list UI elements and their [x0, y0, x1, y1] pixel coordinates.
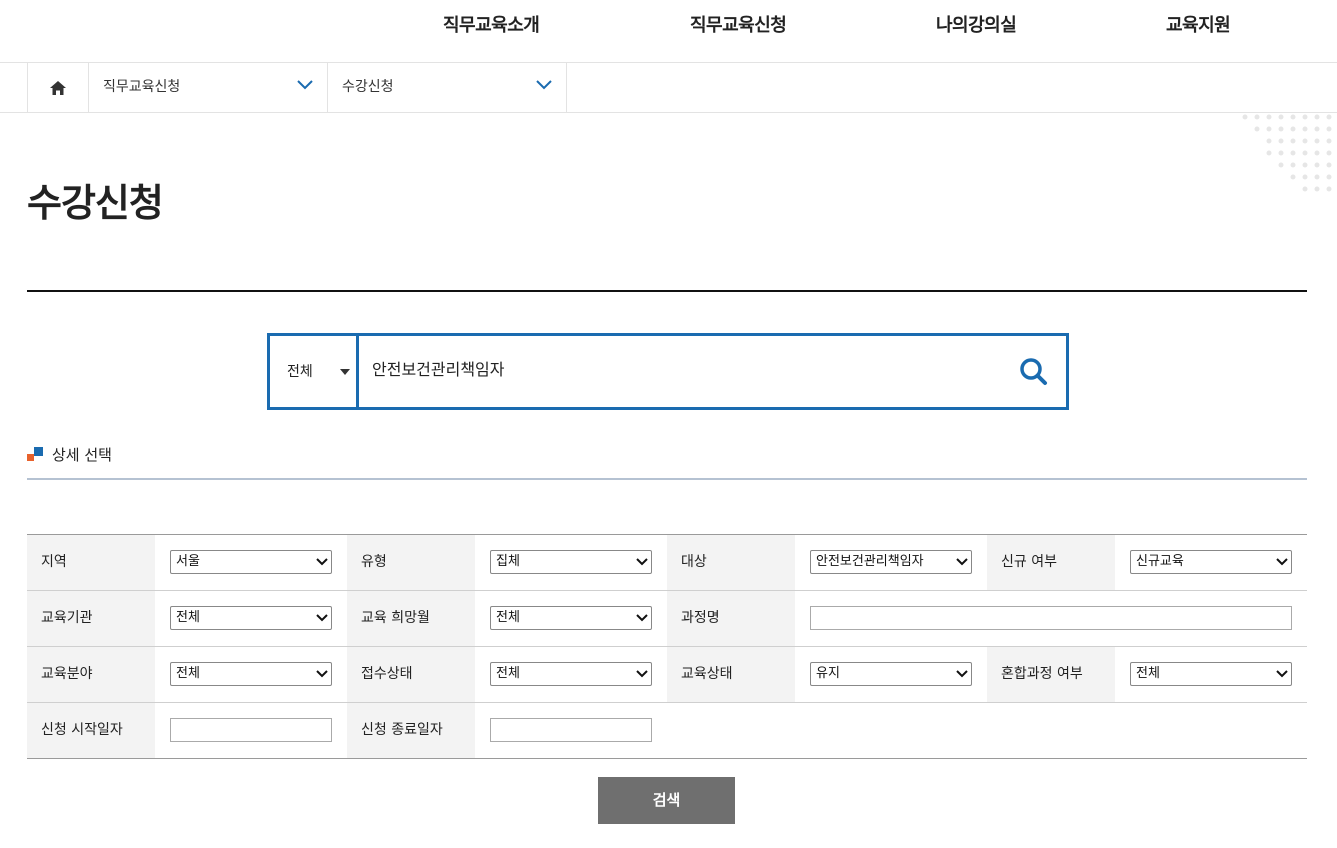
month-select-value: 전체: [496, 610, 520, 625]
breadcrumb-level1-label: 직무교육신청: [103, 79, 181, 95]
home-icon: [50, 80, 66, 95]
nav-item-my-classroom[interactable]: 나의강의실: [936, 0, 1017, 52]
top-navigation: 직무교육소개 직무교육신청 나의강의실 교육지원: [0, 0, 1337, 63]
month-select[interactable]: 전체: [490, 606, 652, 630]
new-status-select[interactable]: 신규교육: [1130, 550, 1292, 574]
target-label: 대상: [667, 535, 795, 590]
detail-filter-table: 지역 서울 유형 집체 대상 안전보건관리책임자 신규 여부 신규교육 교육기관…: [27, 534, 1307, 759]
blended-select-value: 전체: [1136, 666, 1160, 681]
chevron-down-icon: [636, 670, 648, 678]
caret-down-icon: [340, 369, 350, 375]
breadcrumb: 직무교육신청 수강신청: [0, 63, 1337, 113]
chevron-down-icon: [316, 558, 328, 566]
chevron-down-icon: [1276, 670, 1288, 678]
detail-section-header: 상세 선택: [27, 445, 1307, 480]
chevron-down-icon: [636, 558, 648, 566]
type-select-value: 집체: [496, 554, 520, 569]
search-input[interactable]: 안전보건관리책임자: [372, 336, 504, 404]
nav-item-support[interactable]: 교육지원: [1166, 0, 1231, 52]
chevron-down-icon: [1276, 558, 1288, 566]
type-label: 유형: [347, 535, 475, 590]
target-select[interactable]: 안전보건관리책임자: [810, 550, 972, 574]
search-bar: 전체 안전보건관리책임자: [267, 333, 1069, 410]
filter-row: 신청 시작일자 신청 종료일자: [27, 703, 1307, 759]
blended-label: 혼합과정 여부: [987, 647, 1115, 702]
chevron-down-icon: [636, 614, 648, 622]
chevron-down-icon: [956, 558, 968, 566]
filter-row: 지역 서울 유형 집체 대상 안전보건관리책임자 신규 여부 신규교육: [27, 535, 1307, 591]
reception-select[interactable]: 전체: [490, 662, 652, 686]
start-date-label: 신청 시작일자: [27, 703, 155, 758]
institution-select[interactable]: 전체: [170, 606, 332, 630]
reception-label: 접수상태: [347, 647, 475, 702]
page-title: 수강신청: [27, 181, 164, 225]
search-submit-button[interactable]: 검색: [598, 777, 735, 824]
breadcrumb-select-level1[interactable]: 직무교육신청: [88, 63, 328, 112]
detail-section-title: 상세 선택: [52, 446, 112, 464]
institution-label: 교육기관: [27, 591, 155, 646]
chevron-down-icon: [297, 80, 313, 90]
title-divider: [27, 290, 1307, 292]
start-date-input[interactable]: [170, 718, 332, 742]
blended-select[interactable]: 전체: [1130, 662, 1292, 686]
new-status-label: 신규 여부: [987, 535, 1115, 590]
course-name-input[interactable]: [810, 606, 1292, 630]
new-status-select-value: 신규교육: [1136, 554, 1184, 569]
end-date-label: 신청 종료일자: [347, 703, 475, 758]
region-label: 지역: [27, 535, 155, 590]
breadcrumb-level2-label: 수강신청: [342, 79, 394, 95]
reception-select-value: 전체: [496, 666, 520, 681]
end-date-input[interactable]: [490, 718, 652, 742]
field-label: 교육분야: [27, 647, 155, 702]
decorative-dots: [1242, 114, 1332, 192]
chevron-down-icon: [956, 670, 968, 678]
edu-status-label: 교육상태: [667, 647, 795, 702]
edu-status-select[interactable]: 유지: [810, 662, 972, 686]
month-label: 교육 희망월: [347, 591, 475, 646]
search-icon: [1020, 358, 1047, 385]
filter-row: 교육기관 전체 교육 희망월 전체 과정명: [27, 591, 1307, 647]
section-mark-icon: [27, 447, 43, 461]
nav-item-intro[interactable]: 직무교육소개: [443, 0, 540, 52]
target-select-value: 안전보건관리책임자: [816, 554, 924, 569]
course-name-label: 과정명: [667, 591, 795, 646]
home-button[interactable]: [27, 63, 89, 112]
region-select-value: 서울: [176, 554, 200, 569]
chevron-down-icon: [316, 614, 328, 622]
field-select-value: 전체: [176, 666, 200, 681]
chevron-down-icon: [316, 670, 328, 678]
chevron-down-icon: [536, 80, 552, 90]
search-category-select[interactable]: 전체: [270, 336, 359, 407]
search-category-label: 전체: [287, 364, 313, 380]
search-button[interactable]: [1016, 354, 1052, 390]
field-select[interactable]: 전체: [170, 662, 332, 686]
filter-row: 교육분야 전체 접수상태 전체 교육상태 유지 혼합과정 여부 전체: [27, 647, 1307, 703]
edu-status-select-value: 유지: [816, 666, 840, 681]
institution-select-value: 전체: [176, 610, 200, 625]
nav-item-apply[interactable]: 직무교육신청: [690, 0, 787, 52]
breadcrumb-select-level2[interactable]: 수강신청: [327, 63, 567, 112]
type-select[interactable]: 집체: [490, 550, 652, 574]
region-select[interactable]: 서울: [170, 550, 332, 574]
